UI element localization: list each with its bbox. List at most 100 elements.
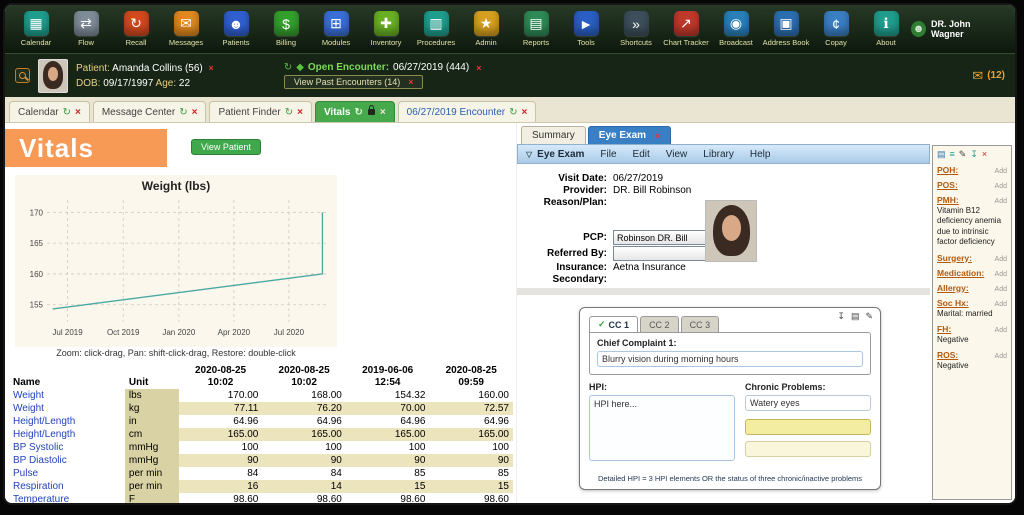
sidebar-add-link[interactable]: Add [995, 271, 1007, 278]
tab-patient-finder[interactable]: Patient Finder↻× [209, 101, 312, 122]
cc-tab-2[interactable]: CC 2 [640, 316, 679, 332]
refresh-icon[interactable]: ↻ [179, 107, 187, 118]
close-icon[interactable]: × [655, 131, 660, 141]
vital-name-link[interactable]: Height/Length [9, 415, 125, 428]
list-icon[interactable]: ≡ [950, 149, 955, 160]
sidebar-add-link[interactable]: Add [995, 353, 1007, 360]
close-icon[interactable]: × [192, 107, 198, 118]
toolbar-item-messages[interactable]: ✉Messages [161, 11, 211, 47]
close-icon[interactable]: × [521, 107, 527, 118]
patient-thumbnail-photo[interactable] [38, 59, 68, 93]
sidebar-add-link[interactable]: Add [995, 327, 1007, 334]
cc-tab-1[interactable]: ✓CC 1 [589, 316, 638, 332]
toolbar-item-modules[interactable]: ⊞Modules [311, 11, 361, 47]
tab-vitals[interactable]: Vitals↻× [315, 101, 395, 122]
toolbar-item-broadcast[interactable]: ◉Broadcast [711, 11, 761, 47]
hpi-textarea[interactable]: HPI here... [589, 395, 735, 461]
table-row: Height/Lengthcm165.00165.00165.00165.00 [9, 428, 513, 441]
toolbar-item-chart-tracker[interactable]: ↗Chart Tracker [661, 11, 711, 47]
sidebar-section-label[interactable]: Medication: [937, 268, 984, 278]
sidebar-add-link[interactable]: Add [995, 301, 1007, 308]
sidebar-add-link[interactable]: Add [995, 256, 1007, 263]
toolbar-item-procedures[interactable]: ▥Procedures [411, 11, 461, 47]
menu-view[interactable]: View [666, 149, 688, 160]
search-icon[interactable] [15, 68, 30, 83]
chronic-problem-input[interactable] [745, 395, 871, 411]
toolbar-item-shortcuts[interactable]: »Shortcuts [611, 11, 661, 47]
menu-edit[interactable]: Edit [633, 149, 650, 160]
sidebar-section-label[interactable]: POH: [937, 165, 958, 175]
toolbar-item-patients[interactable]: ☻Patients [211, 11, 261, 47]
toolbar-item-about[interactable]: ℹAbout [861, 11, 911, 47]
toolbar-item-flow[interactable]: ⇄Flow [61, 11, 111, 47]
sidebar-section-label[interactable]: PMH: [937, 195, 959, 205]
procedures-icon: ▥ [424, 11, 449, 36]
menu-library[interactable]: Library [703, 149, 734, 160]
filter-icon[interactable]: ▽ [526, 150, 532, 159]
chronic-problem-input[interactable] [745, 419, 871, 435]
tab-eye-exam[interactable]: Eye Exam × [588, 126, 672, 144]
vital-name-link[interactable]: Respiration [9, 480, 125, 493]
refresh-icon[interactable]: ↻ [509, 107, 517, 118]
vital-name-link[interactable]: Weight [9, 389, 125, 402]
menu-file[interactable]: File [600, 149, 616, 160]
sidebar-section-label[interactable]: Surgery: [937, 253, 972, 263]
encounter-form: Visit Date: 06/27/2019 Provider: DR. Bil… [517, 164, 930, 288]
refresh-icon[interactable]: ↻ [63, 107, 71, 118]
refresh-icon[interactable]: ↻ [285, 107, 293, 118]
print-icon[interactable]: ▤ [851, 311, 860, 322]
toolbar-item-billing[interactable]: $Billing [261, 11, 311, 47]
view-past-encounters-button[interactable]: View Past Encounters (14) × [284, 75, 424, 89]
tab-calendar[interactable]: Calendar↻× [9, 101, 90, 122]
tab-summary[interactable]: Summary [521, 126, 586, 144]
close-patient-icon[interactable]: × [209, 63, 214, 73]
toolbar-item-admin[interactable]: ★Admin [461, 11, 511, 47]
sidebar-add-link[interactable]: Add [995, 183, 1007, 190]
toolbar-item-reports[interactable]: ▤Reports [511, 11, 561, 47]
sidebar-add-link[interactable]: Add [995, 198, 1007, 205]
close-icon[interactable]: × [982, 149, 987, 160]
toolbar-item-copay[interactable]: ¢Copay [811, 11, 861, 47]
user-area[interactable]: ☻ DR. John Wagner [911, 19, 1009, 39]
toolbar-item-calendar[interactable]: ▦Calendar [11, 11, 61, 47]
refresh-icon[interactable]: ↻ [284, 62, 292, 73]
tab-message-center[interactable]: Message Center↻× [93, 101, 207, 122]
close-encounter-icon[interactable]: × [476, 63, 481, 73]
download-icon[interactable]: ↧ [970, 149, 978, 160]
notes-icon[interactable]: ▤ [937, 149, 946, 160]
vital-name-link[interactable]: Temperature [9, 493, 125, 503]
chief-complaint-input[interactable] [597, 351, 863, 367]
close-icon[interactable]: × [380, 107, 386, 118]
vital-name-link[interactable]: Weight [9, 402, 125, 415]
sidebar-section-label[interactable]: ROS: [937, 350, 958, 360]
close-icon[interactable]: × [75, 107, 81, 118]
edit-icon[interactable]: ✎ [959, 149, 967, 160]
tab-06-27-2019-encounter[interactable]: 06/27/2019 Encounter↻× [398, 101, 537, 122]
sidebar-section-label[interactable]: POS: [937, 180, 958, 190]
close-icon[interactable]: × [297, 107, 303, 118]
mail-indicator[interactable]: ✉ (12) [972, 68, 1005, 84]
vital-name-link[interactable]: BP Systolic [9, 441, 125, 454]
edit-icon[interactable]: ✎ [865, 311, 873, 322]
sidebar-add-link[interactable]: Add [995, 168, 1007, 175]
sidebar-section-label[interactable]: FH: [937, 324, 951, 334]
toolbar-item-recall[interactable]: ↻Recall [111, 11, 161, 47]
toolbar-item-inventory[interactable]: ✚Inventory [361, 11, 411, 47]
sidebar-add-link[interactable]: Add [995, 286, 1007, 293]
weight-chart[interactable]: Jul 2019Oct 2019Jan 2020Apr 2020Jul 2020… [17, 194, 339, 340]
menu-help[interactable]: Help [750, 149, 771, 160]
toolbar-item-address-book[interactable]: ▣Address Book [761, 11, 811, 47]
chronic-problem-input[interactable] [745, 441, 871, 457]
refresh-icon[interactable]: ↻ [354, 107, 362, 118]
close-icon[interactable]: × [408, 77, 413, 87]
sidebar-section-label[interactable]: Soc Hx: [937, 298, 969, 308]
vital-name-link[interactable]: BP Diastolic [9, 454, 125, 467]
toolbar-item-tools[interactable]: ►Tools [561, 11, 611, 47]
cc-tab-3[interactable]: CC 3 [681, 316, 720, 332]
download-icon[interactable]: ↧ [837, 311, 845, 322]
vital-name-link[interactable]: Pulse [9, 467, 125, 480]
vital-name-link[interactable]: Height/Length [9, 428, 125, 441]
weight-chart-panel[interactable]: Weight (lbs) Jul 2019Oct 2019Jan 2020Apr… [15, 175, 337, 347]
view-patient-button[interactable]: View Patient [191, 139, 261, 155]
sidebar-section-label[interactable]: Allergy: [937, 283, 969, 293]
